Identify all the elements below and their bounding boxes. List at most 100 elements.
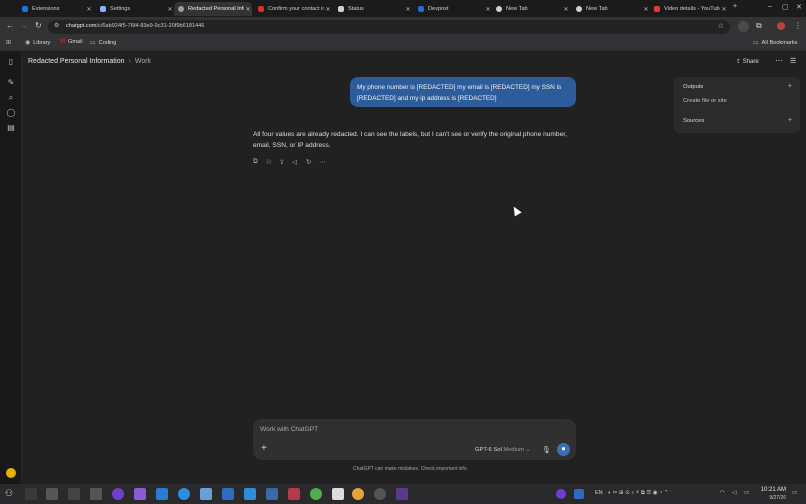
- profile-avatar[interactable]: [6, 468, 16, 478]
- close-tab-icon[interactable]: ✕: [324, 6, 332, 13]
- taskbar-app[interactable]: [288, 488, 300, 500]
- taskbar-app[interactable]: [310, 488, 322, 500]
- outputs-label: Outputs: [683, 84, 704, 90]
- taskbar-app[interactable]: [374, 488, 386, 500]
- apps-icon[interactable]: ⊞: [6, 39, 14, 46]
- url-input[interactable]: ⚙ chatgpt.com/c/6ab924f5-76f4-83e9-9c31-…: [48, 20, 730, 34]
- back-icon[interactable]: ←: [6, 21, 14, 30]
- browser-tab[interactable]: New Tab ✕: [572, 2, 650, 16]
- more-menu-icon[interactable]: ⋮: [794, 21, 802, 30]
- read-aloud-icon[interactable]: ◁: [292, 158, 297, 166]
- start-icon[interactable]: ⚇: [5, 488, 17, 500]
- taskbar-app[interactable]: [396, 488, 408, 500]
- thumbs-icon[interactable]: ♲: [266, 158, 272, 166]
- notification-icon[interactable]: ▭: [792, 490, 797, 496]
- close-tab-icon[interactable]: ✕: [85, 6, 93, 13]
- language-indicator[interactable]: EN: [595, 490, 603, 496]
- share-button[interactable]: ⇪ Share: [736, 58, 759, 65]
- add-output-icon[interactable]: +: [788, 83, 792, 90]
- add-source-icon[interactable]: +: [788, 117, 792, 124]
- browser-tab-active[interactable]: Redacted Personal Information ✕: [174, 2, 252, 16]
- library-icon[interactable]: ▤: [6, 123, 16, 132]
- share-reply-icon[interactable]: ⇪: [279, 158, 284, 166]
- status-tab-icon: [338, 6, 344, 12]
- chatgpt-tab-icon: [178, 6, 184, 12]
- browser-tab[interactable]: Video details - YouTube ✕: [650, 2, 728, 16]
- settings-tab-icon: [100, 6, 106, 12]
- bookmark-coding[interactable]: ▭ Coding: [90, 39, 116, 47]
- browser-tab[interactable]: Extensions ✕: [18, 2, 93, 16]
- forward-icon[interactable]: →: [20, 21, 28, 30]
- toggle-sidebar-icon[interactable]: ▯: [6, 57, 16, 66]
- browser-tab[interactable]: Status ✕: [334, 2, 412, 16]
- site-info-icon[interactable]: ⚙: [54, 22, 59, 29]
- disclaimer: ChatGPT can make mistakes. Check importa…: [353, 466, 468, 472]
- clock[interactable]: 10:21 AM 9/27/26: [756, 486, 786, 502]
- panel-toggle-icon[interactable]: ☰: [790, 57, 796, 65]
- vscode-icon[interactable]: [156, 488, 168, 500]
- tray-icons[interactable]: ◐ ✂ ⊞ ⊙ ♪ ⚡ ⧉ ☰ ◉ ◔ ⌃: [608, 490, 669, 497]
- message-input[interactable]: Work with ChatGPT: [260, 426, 318, 433]
- bookmark-gmail[interactable]: M Gmail: [60, 39, 83, 45]
- microphone-icon[interactable]: 🎙: [542, 446, 551, 454]
- voice-mode-button[interactable]: ⏺: [557, 443, 570, 456]
- chat-icon[interactable]: ◯: [6, 108, 16, 117]
- close-window-icon[interactable]: ✕: [796, 3, 802, 11]
- github-icon[interactable]: [112, 488, 124, 500]
- taskbar-app[interactable]: [332, 488, 344, 500]
- create-file-link[interactable]: Create file or site: [683, 98, 727, 104]
- reload-icon[interactable]: ↻: [35, 21, 42, 30]
- chrome-icon[interactable]: [352, 488, 364, 500]
- close-tab-icon[interactable]: ✕: [562, 6, 570, 13]
- page-title[interactable]: Redacted Personal Information: [28, 58, 125, 65]
- browser-tab-strip: Extensions ✕ Settings ✕ Redacted Persona…: [0, 0, 806, 17]
- browser-tab[interactable]: New Tab ✕: [492, 2, 570, 16]
- extensions-tab-icon: [22, 6, 28, 12]
- extensions-icon[interactable]: ⧉: [756, 21, 762, 31]
- profile-sync-icon[interactable]: [738, 21, 749, 32]
- more-options-icon[interactable]: ⋯: [775, 56, 783, 65]
- folder-icon: ▭: [90, 40, 96, 46]
- maximize-icon[interactable]: ▢: [782, 3, 789, 11]
- new-chat-icon[interactable]: ✎: [6, 78, 16, 87]
- browser-tab[interactable]: Settings ✕: [96, 2, 174, 16]
- all-bookmarks[interactable]: ▭ All Bookmarks: [753, 39, 797, 47]
- taskbar-app[interactable]: [222, 488, 234, 500]
- close-tab-icon[interactable]: ✕: [720, 6, 728, 13]
- close-tab-icon[interactable]: ✕: [484, 6, 492, 13]
- terminal-icon[interactable]: [46, 488, 58, 500]
- search-icon[interactable]: ⌕: [6, 93, 16, 103]
- tray-app-icon[interactable]: [574, 489, 584, 499]
- volume-icon[interactable]: ◁: [732, 490, 736, 496]
- github-tray-icon[interactable]: [556, 489, 566, 499]
- star-icon[interactable]: ☆: [718, 22, 724, 30]
- taskbar-app[interactable]: [90, 488, 102, 500]
- safari-icon[interactable]: [178, 488, 190, 500]
- attach-plus-icon[interactable]: +: [261, 443, 267, 454]
- close-tab-icon[interactable]: ✕: [642, 6, 650, 13]
- taskbar-app[interactable]: [134, 488, 146, 500]
- close-tab-icon[interactable]: ✕: [404, 6, 412, 13]
- app-sidebar: ▯ ✎ ⌕ ◯ ▤: [0, 52, 22, 484]
- browser-tab[interactable]: Confirm your contact information ✕: [254, 2, 332, 16]
- avatar[interactable]: [777, 22, 785, 30]
- close-tab-icon[interactable]: ✕: [244, 6, 252, 13]
- minimize-icon[interactable]: –: [768, 3, 772, 10]
- model-selector[interactable]: GPT-6 Sol Medium ⌄: [475, 447, 530, 453]
- taskbar-app[interactable]: [25, 488, 37, 500]
- file-explorer-icon[interactable]: [200, 488, 212, 500]
- close-tab-icon[interactable]: ✕: [166, 6, 174, 13]
- bookmark-library[interactable]: ◉ Library: [25, 39, 50, 47]
- browser-tab[interactable]: Devpost ✕: [414, 2, 492, 16]
- battery-icon[interactable]: ▭: [744, 490, 749, 496]
- project-name[interactable]: Work: [135, 58, 151, 65]
- regenerate-icon[interactable]: ↻: [306, 158, 311, 166]
- taskbar-app[interactable]: [68, 488, 80, 500]
- copy-icon[interactable]: ⧉: [253, 158, 258, 166]
- taskbar-app[interactable]: [244, 488, 256, 500]
- composer: Work with ChatGPT + GPT-6 Sol Medium ⌄ 🎙…: [253, 419, 576, 460]
- more-actions-icon[interactable]: ⋯: [319, 158, 326, 166]
- steam-icon[interactable]: [266, 488, 278, 500]
- wifi-icon[interactable]: ◠: [720, 490, 725, 496]
- new-tab-icon[interactable]: +: [733, 3, 737, 10]
